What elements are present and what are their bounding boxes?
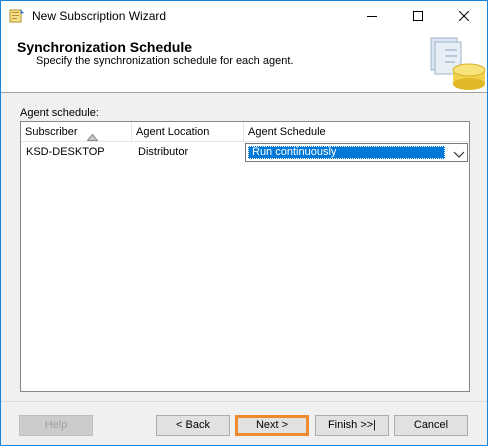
next-button[interactable]: Next > — [235, 415, 309, 436]
wizard-window: New Subscription Wizard Synchronization … — [0, 0, 488, 446]
column-header-agent-location[interactable]: Agent Location — [132, 122, 244, 142]
footer-divider — [1, 401, 487, 402]
minimize-button[interactable] — [349, 1, 395, 31]
table-row[interactable]: KSD-DESKTOP Distributor Run continuously — [21, 142, 469, 162]
cancel-button[interactable]: Cancel — [394, 415, 468, 436]
page-subtitle: Specify the synchronization schedule for… — [36, 55, 294, 67]
column-header-agent-schedule[interactable]: Agent Schedule — [244, 122, 469, 142]
back-button[interactable]: < Back — [156, 415, 230, 436]
sort-ascending-icon — [86, 128, 99, 141]
page-title: Synchronization Schedule — [17, 39, 193, 55]
close-icon — [459, 11, 469, 21]
agent-schedule-grid[interactable]: Subscriber Agent Location Agent Schedule… — [20, 121, 470, 392]
wizard-app-icon — [9, 8, 25, 24]
help-button[interactable]: Help — [19, 415, 93, 436]
agent-schedule-label: Agent schedule: — [20, 107, 99, 119]
column-header-label: Agent Location — [136, 126, 210, 138]
column-header-label: Subscriber — [25, 126, 78, 138]
window-title: New Subscription Wizard — [32, 9, 167, 23]
database-subscription-graphic-icon — [425, 34, 487, 90]
close-button[interactable] — [441, 1, 487, 31]
title-bar[interactable]: New Subscription Wizard — [1, 1, 487, 31]
finish-button[interactable]: Finish >>| — [315, 415, 389, 436]
chevron-down-icon[interactable] — [453, 148, 465, 158]
maximize-icon — [413, 11, 423, 21]
page-header: Synchronization Schedule Specify the syn… — [1, 31, 487, 93]
cell-agent-location: Distributor — [138, 146, 189, 158]
maximize-button[interactable] — [395, 1, 441, 31]
grid-header: Subscriber Agent Location Agent Schedule — [21, 122, 469, 142]
agent-schedule-selected-value: Run continuously — [248, 146, 445, 159]
cell-subscriber: KSD-DESKTOP — [26, 146, 105, 158]
minimize-icon — [367, 11, 377, 21]
agent-schedule-dropdown[interactable]: Run continuously — [245, 143, 468, 162]
column-header-label: Agent Schedule — [248, 126, 326, 138]
column-header-subscriber[interactable]: Subscriber — [21, 122, 132, 142]
